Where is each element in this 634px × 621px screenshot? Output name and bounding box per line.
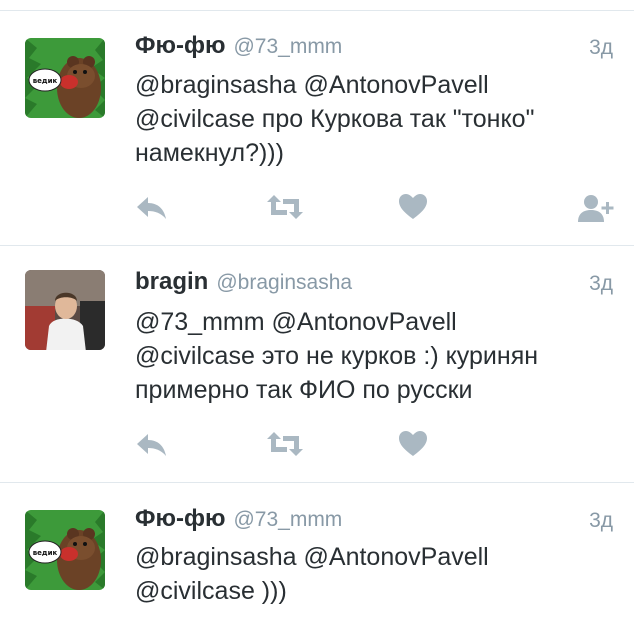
tweet-actions (135, 430, 615, 460)
timestamp[interactable]: 3д (589, 272, 613, 296)
avatar[interactable]: ведик (25, 510, 105, 590)
retweet-icon[interactable] (265, 430, 305, 458)
tweet-text: @braginsasha @AntonovPavell @civilcase )… (135, 543, 489, 605)
avatar[interactable]: ведик (25, 38, 105, 118)
user-photo-image (25, 270, 105, 350)
user-handle[interactable]: @braginsasha (216, 271, 352, 295)
reply-icon[interactable] (135, 193, 169, 221)
reply-icon[interactable] (135, 430, 169, 458)
timestamp[interactable]: 3д (589, 509, 613, 533)
user-handle[interactable]: @73_mmm (233, 508, 342, 532)
tweet-text: @braginsasha @AntonovPavell @civilcase п… (135, 71, 535, 167)
retweet-icon[interactable] (265, 193, 305, 221)
avatar[interactable] (25, 270, 105, 350)
tweet-actions (135, 193, 615, 223)
divider (0, 482, 634, 483)
user-handle[interactable]: @73_mmm (233, 35, 342, 59)
tweet-text: @73_mmm @AntonovPavell @civilcase это не… (135, 308, 539, 404)
name-line: Фю-фю @73_mmm (135, 505, 342, 535)
meme-bear-avatar-image: ведик (25, 38, 105, 118)
display-name[interactable]: Фю-фю (135, 32, 225, 60)
top-divider (0, 10, 634, 11)
like-icon[interactable] (398, 430, 428, 458)
follow-icon[interactable] (577, 193, 617, 223)
name-line: Фю-фю @73_mmm (135, 32, 342, 62)
timestamp[interactable]: 3д (589, 36, 613, 60)
divider (0, 245, 634, 246)
meme-sign-text: ведик (33, 77, 58, 85)
meme-sign-text: ведик (33, 549, 58, 557)
display-name[interactable]: Фю-фю (135, 505, 225, 533)
display-name[interactable]: bragin (135, 268, 208, 296)
name-line: bragin @braginsasha (135, 268, 352, 298)
like-icon[interactable] (398, 193, 428, 221)
meme-bear-avatar-image: ведик (25, 510, 105, 590)
